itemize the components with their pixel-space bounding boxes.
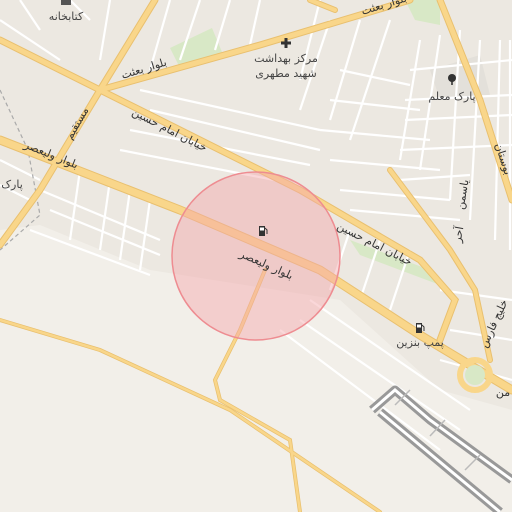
- roundabout-center: [465, 365, 485, 385]
- park-label: پارک: [1, 178, 23, 191]
- map-canvas[interactable]: کتابخانه مرکز بهداشت شهید مطهری پارک معل…: [0, 0, 512, 512]
- clinic-label: مرکز بهداشت: [254, 52, 318, 65]
- park-label: پارک معلم: [428, 90, 475, 103]
- clinic-label: شهید مطهری: [255, 67, 317, 80]
- library-label: کتابخانه: [49, 10, 84, 23]
- library-icon[interactable]: [61, 0, 71, 5]
- road-label: من: [496, 386, 510, 399]
- gas-station-label: پمپ بنزین: [396, 336, 444, 349]
